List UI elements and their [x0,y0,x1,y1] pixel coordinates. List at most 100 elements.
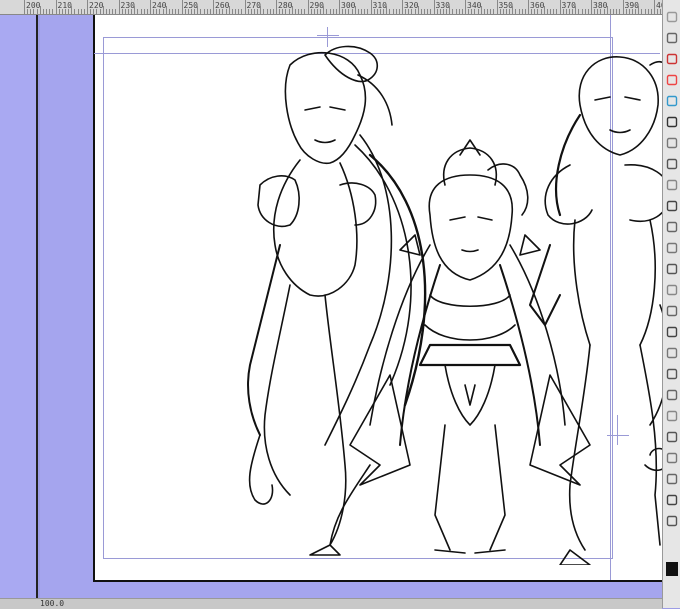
ruler-minor-tick [64,9,66,14]
brush-icon[interactable] [666,92,678,107]
ruler-minor-tick [137,9,139,14]
ruler-minor-tick [424,9,426,14]
ruler-minor-tick [540,9,542,14]
nav-icon[interactable] [666,512,678,527]
crop-mark-top-v [327,27,328,47]
layer-icon[interactable] [666,29,678,44]
ruler-tick [244,0,246,14]
right-toolbar[interactable] [662,0,680,608]
ruler-minor-tick [635,9,637,14]
text-icon[interactable] [666,176,678,191]
ruler-minor-tick [613,9,615,14]
select-icon[interactable] [666,197,678,212]
ruler-minor-tick [383,9,385,14]
ruler-minor-tick [279,9,281,14]
ruler-minor-tick [534,9,536,14]
ruler-minor-tick [320,9,322,14]
ruler-minor-tick [194,9,196,14]
ruler-minor-tick [565,9,567,14]
ruler-minor-tick [294,9,296,14]
ruler-minor-tick [115,9,117,14]
ruler-minor-tick [342,9,344,14]
ruler-minor-tick [584,9,586,14]
hand-icon[interactable] [666,260,678,275]
ruler-minor-tick [641,9,643,14]
ruler-minor-tick [348,9,350,14]
ruler-minor-tick [553,9,555,14]
color-icon[interactable] [666,113,678,128]
status-bar: 100.0 [0,598,662,609]
ruler-tick [654,0,655,14]
ruler-minor-tick [27,9,29,14]
scroll-up-icon[interactable] [666,8,678,23]
ruler-minor-tick [49,9,51,14]
ruler-minor-tick [650,9,652,14]
ruler-tick [87,0,88,14]
ruler-tick [24,0,25,14]
layer-new-icon[interactable] [666,470,678,485]
ruler-minor-tick [509,9,511,14]
ruler-minor-tick [638,6,640,14]
canvas-paper[interactable] [93,15,670,582]
ruler-tick [591,0,592,14]
move-icon[interactable] [666,218,678,233]
ruler-tick [465,0,466,14]
fill-icon[interactable] [666,155,678,170]
ruler-minor-tick [253,9,255,14]
eraser-icon[interactable] [666,134,678,149]
ruler-minor-tick [449,6,451,14]
ruler-minor-tick [600,9,602,14]
ruler-minor-tick [304,9,306,14]
ruler-icon[interactable] [666,302,678,317]
left-workspace-margin [0,15,38,608]
ruler-minor-tick [373,9,375,14]
ruler-minor-tick [524,9,526,14]
vector-icon[interactable] [666,428,678,443]
ruler-tick [213,0,214,14]
ruler-tick [433,0,435,14]
ruler-tick [181,0,183,14]
ruler-minor-tick [33,9,35,14]
ruler-tick [496,0,498,14]
ruler-minor-tick [178,9,180,14]
blend-icon[interactable] [666,365,678,380]
ruler-minor-tick [499,9,501,14]
ruler-minor-tick [260,6,262,14]
ruler-minor-tick [298,9,300,14]
ruler-minor-tick [556,9,558,14]
ruler-minor-tick [361,9,363,14]
ruler-minor-tick [206,9,208,14]
ruler-minor-tick [455,9,457,14]
ruler-minor-tick [606,6,608,14]
ruler-minor-tick [471,9,473,14]
ruler-minor-tick [36,9,38,14]
ruler-minor-tick [42,9,44,14]
ruler-minor-tick [452,9,454,14]
line-art-illustration [247,45,670,565]
zoom-icon[interactable] [666,239,678,254]
ruler-minor-tick [257,9,259,14]
shape-icon[interactable] [666,344,678,359]
ruler-tick [622,0,624,14]
eyedropper-icon[interactable] [666,407,678,422]
ruler-minor-tick [575,6,577,14]
color-swatch-icon[interactable] [666,562,678,576]
ruler-minor-tick [80,9,82,14]
ruler-minor-tick [90,9,92,14]
ruler-minor-tick [216,9,218,14]
ruler-minor-tick [543,6,545,14]
layer-delete-icon[interactable] [666,491,678,506]
wand-icon[interactable] [666,449,678,464]
ruler-minor-tick [367,9,369,14]
lasso-icon[interactable] [666,386,678,401]
ruler-minor-tick [74,9,76,14]
ruler-minor-tick [197,6,199,14]
frame-icon[interactable] [666,323,678,338]
ruler-minor-tick [446,9,448,14]
pen-icon[interactable] [666,71,678,86]
gradient-icon[interactable] [666,281,678,296]
ruler-minor-tick [442,9,444,14]
eye-icon[interactable] [666,50,678,65]
ruler-minor-tick [550,9,552,14]
horizontal-ruler[interactable]: 200 210 220 230 240 250 260 270 280 290 300 310 320 3… [0,0,662,15]
